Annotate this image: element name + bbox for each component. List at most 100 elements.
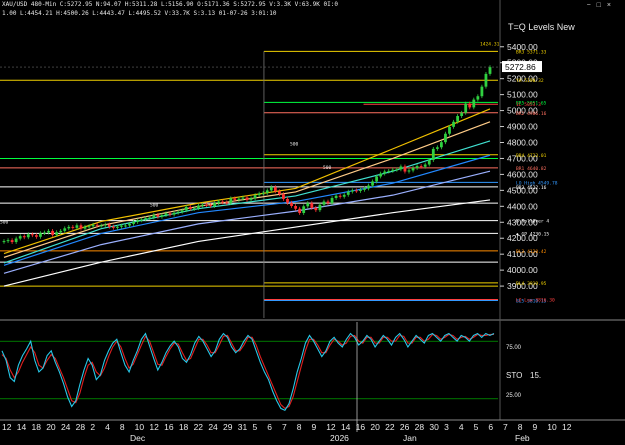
candle-body <box>326 201 330 204</box>
osc-name: STO <box>506 371 522 380</box>
x-tick-label: 24 <box>61 422 71 432</box>
candle-body <box>184 206 188 211</box>
candle-body <box>229 198 233 204</box>
candle-body <box>399 166 403 170</box>
x-tick-label: 5 <box>253 422 258 432</box>
candle-body <box>395 169 399 171</box>
x-month-label: 2026 <box>330 433 349 443</box>
candle-body <box>67 226 71 229</box>
candle-body <box>225 202 229 204</box>
x-tick-label: 30 <box>429 422 439 432</box>
x-tick-label: 26 <box>400 422 410 432</box>
candle-body <box>43 232 46 234</box>
candle-body <box>128 223 131 226</box>
x-tick-label: 28 <box>76 422 86 432</box>
x-tick-label: 3 <box>444 422 449 432</box>
x-tick-label: 4 <box>459 422 464 432</box>
candle-body <box>26 234 30 238</box>
header-quote-line: XAU/USD 480-Min C:5272.95 N:94.07 H:5311… <box>2 1 338 8</box>
top-label: 1424.31 <box>480 42 500 48</box>
candle-body <box>168 213 172 215</box>
candle-body <box>419 166 423 168</box>
candle-body <box>472 99 476 108</box>
candle-body <box>282 194 285 199</box>
level-label: ◆ GP 4230.15 <box>516 231 549 237</box>
marker-label: 500 <box>323 165 332 171</box>
candle-body <box>14 238 18 243</box>
candle-body <box>367 185 370 189</box>
candle-body <box>152 214 156 218</box>
minimize-icon[interactable]: − <box>587 2 597 9</box>
moving-average-line <box>3 199 491 287</box>
candle-body <box>241 197 245 199</box>
candle-body <box>363 188 366 190</box>
osc-tick-label: 25.00 <box>506 393 522 399</box>
candle-body <box>233 198 237 200</box>
x-tick-label: 18 <box>179 422 189 432</box>
header-indicator-line: 1.00 L:4454.21 H:4500.26 L:4443.47 L:449… <box>2 10 277 17</box>
candle-body <box>350 190 354 192</box>
x-tick-label: 29 <box>223 422 233 432</box>
y-tick-label: 4800.00 <box>507 137 538 147</box>
candle-body <box>192 208 196 210</box>
candle-body <box>188 206 192 209</box>
candle-body <box>342 194 346 197</box>
x-month-label: Feb <box>515 433 530 443</box>
candle-body <box>87 226 91 228</box>
candle-body <box>176 211 180 213</box>
candle-body <box>172 212 176 215</box>
x-tick-label: 6 <box>488 422 493 432</box>
candle-body <box>51 230 54 235</box>
marker-label: 500 <box>0 219 9 225</box>
candle-body <box>423 164 427 167</box>
candle-body <box>217 201 221 204</box>
candle-body <box>148 217 152 219</box>
candle-body <box>35 235 38 237</box>
y-tick-label: 4000.00 <box>507 265 538 275</box>
x-tick-label: 6 <box>267 422 272 432</box>
x-tick-label: 12 <box>562 422 572 432</box>
candle-body <box>415 166 419 169</box>
candle-body <box>47 230 50 233</box>
level-label: BR3 5371.33 <box>516 49 547 55</box>
x-tick-label: 28 <box>415 422 425 432</box>
price-chart[interactable]: 3900.004000.004100.004200.004300.004400.… <box>0 0 625 445</box>
candle-body <box>383 171 387 174</box>
candle-body <box>407 170 411 172</box>
x-tick-label: 14 <box>17 422 27 432</box>
candle-body <box>213 203 216 206</box>
candle-body <box>290 202 293 206</box>
candle-body <box>286 198 289 203</box>
candle-body <box>427 160 431 165</box>
candle-body <box>79 225 83 229</box>
candle-body <box>10 240 14 243</box>
x-tick-label: 2 <box>90 422 95 432</box>
candle-body <box>387 170 391 172</box>
candle-body <box>302 206 306 214</box>
candle-body <box>294 205 297 209</box>
x-tick-label: 16 <box>356 422 366 432</box>
x-tick-label: 8 <box>518 422 523 432</box>
x-tick-label: 16 <box>164 422 174 432</box>
restore-icon[interactable]: □ <box>597 2 607 9</box>
candle-body <box>103 224 107 226</box>
candle-body <box>124 225 127 227</box>
candle-body <box>144 218 148 220</box>
candle-body <box>63 228 67 231</box>
candle-body <box>6 240 10 242</box>
candle-body <box>371 181 374 186</box>
window-controls[interactable]: −□× <box>587 2 617 9</box>
level-label: 1L 5053.3 <box>516 102 541 108</box>
y-tick-label: 4900.00 <box>507 122 538 132</box>
candle-body <box>440 142 443 148</box>
x-tick-label: 18 <box>31 422 41 432</box>
x-tick-label: 9 <box>533 422 538 432</box>
candle-body <box>411 168 415 171</box>
candle-body <box>30 234 34 236</box>
candle-body <box>253 195 257 199</box>
x-tick-label: 10 <box>547 422 557 432</box>
candle-body <box>460 112 464 117</box>
candle-body <box>484 73 488 87</box>
candle-body <box>83 226 87 229</box>
close-icon[interactable]: × <box>607 2 617 9</box>
